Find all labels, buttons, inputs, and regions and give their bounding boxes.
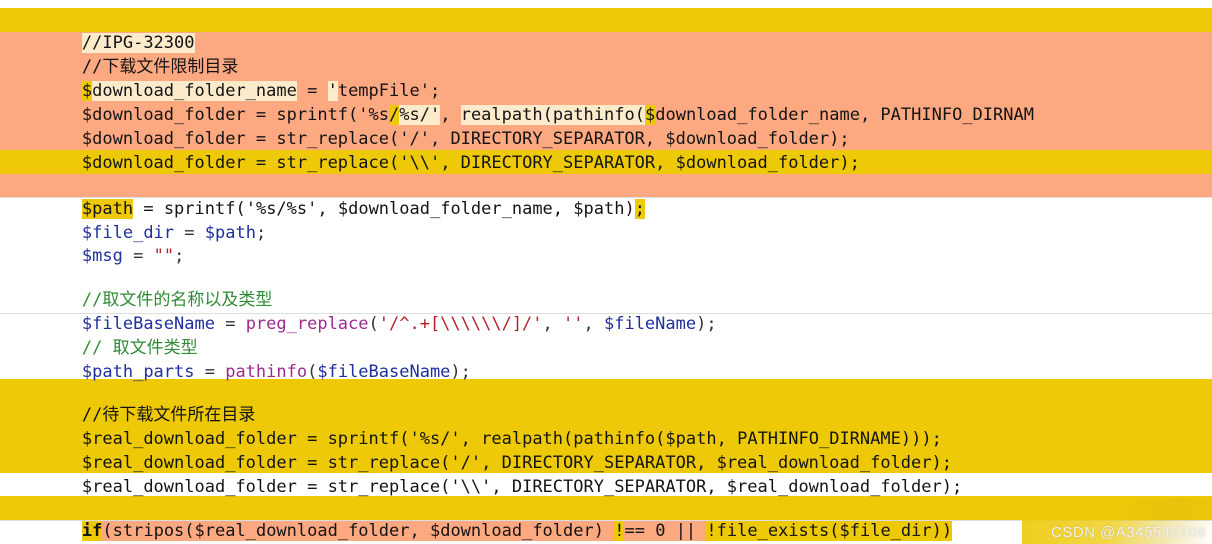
var-download-folder-arg: $download_folder — [429, 521, 594, 541]
string-backslash: '\\' — [399, 153, 441, 173]
string-empty-double: "" — [153, 246, 175, 266]
var-path-arg: $path — [573, 199, 625, 219]
operator-not-identical-rest: == — [624, 521, 656, 541]
string-backslash: '\\' — [450, 477, 492, 497]
code-line: $msg = ""; — [81, 246, 185, 266]
var-download-folder-arg: $download_folder — [675, 153, 840, 173]
code-line: $real_download_folder = str_replace('/',… — [81, 453, 952, 473]
code-line: $fileBaseName = preg_replace('/^.+[\\\\\… — [81, 314, 717, 334]
code-line: $path_parts = pathinfo($fileBaseName); — [81, 362, 471, 382]
string-empty-single: '' — [563, 314, 584, 334]
code-line: //下载文件限制目录 — [0, 33, 238, 77]
operator-not: ! — [706, 521, 717, 541]
var-msg: $msg — [81, 246, 123, 266]
code-line: $file_dir = $path; — [81, 223, 267, 243]
operator-or: || — [675, 521, 697, 541]
fn-str-replace: str_replace — [327, 477, 441, 497]
const-directory-separator: DIRECTORY_SEPARATOR — [511, 477, 707, 497]
code-line: if(stripos($real_download_folder, $downl… — [81, 521, 953, 541]
fn-file-exists: file_exists — [716, 521, 830, 541]
string-regex-basename: '/^.+[\\\\\\/]/' — [378, 314, 543, 334]
fn-pathinfo: pathinfo — [225, 362, 308, 382]
code-line: // 取文件类型 — [0, 314, 198, 358]
fn-str-replace: str_replace — [276, 153, 389, 173]
var-real-download-folder: $real_download_folder — [81, 477, 297, 497]
code-line: //取文件的名称以及类型 — [0, 266, 272, 310]
code-line: $download_folder_name = 'tempFile'; — [81, 81, 441, 101]
var-file-base-name-arg: $fileBaseName — [317, 362, 451, 382]
csdn-watermark: CSDN @A345545108 — [1051, 524, 1206, 541]
code-screenshot: //IPG-32300 //下载文件限制目录 $download_folder_… — [0, 0, 1212, 544]
code-line: $download_folder = str_replace('\\', DIR… — [81, 153, 860, 173]
code-line: $real_download_folder = str_replace('\\'… — [81, 477, 963, 497]
var-download-folder: $download_folder — [81, 153, 246, 173]
code-line: $download_folder = sprintf('%s/%s/', rea… — [81, 105, 1034, 125]
code-line: $download_folder = str_replace('/', DIRE… — [81, 129, 850, 149]
fn-preg-replace: preg_replace — [245, 314, 369, 334]
code-line: //IPG-32300 — [0, 9, 195, 53]
code-line: $real_download_folder = sprintf('%s/', r… — [81, 429, 942, 449]
var-path-parts: $path_parts — [81, 362, 195, 382]
number-zero: 0 — [655, 521, 666, 541]
var-download-folder-name-arg: $download_folder_name — [337, 199, 553, 219]
const-directory-separator: DIRECTORY_SEPARATOR — [460, 153, 656, 173]
operator-not-identical-bang: ! — [614, 521, 625, 541]
var-real-download-folder-arg: $real_download_folder — [726, 477, 942, 497]
var-file-name: $fileName — [603, 314, 697, 334]
code-line: //待下载文件所在目录 — [0, 381, 255, 425]
code-line: $path = sprintf('%s/%s', $download_folde… — [81, 199, 645, 219]
const-pathinfo-dirname: PATHINFO_DIRNAM — [880, 105, 1034, 125]
var-path-arg: $path — [204, 223, 256, 243]
code-line: { //检查文件是否存在 — [0, 521, 279, 544]
var-file-dir-arg: $file_dir — [839, 521, 932, 541]
